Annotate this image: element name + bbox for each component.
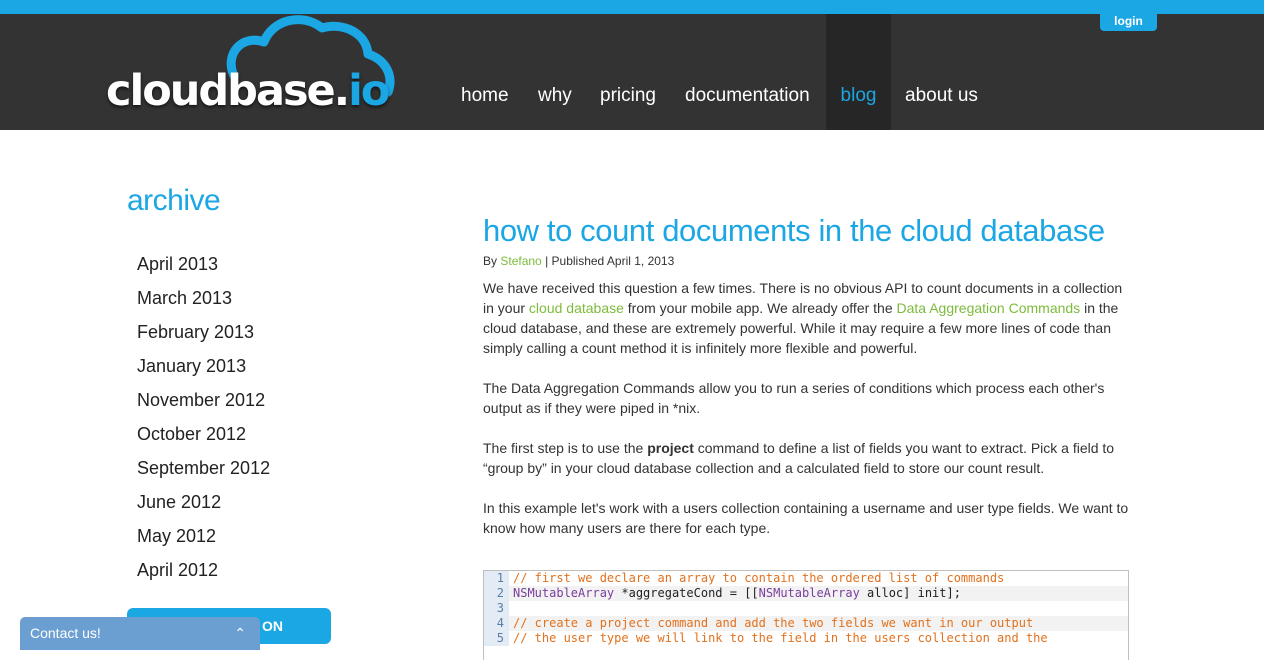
- line-number: 4: [484, 616, 509, 631]
- cloud-database-link[interactable]: cloud database: [529, 300, 624, 316]
- archive-item[interactable]: April 2013: [137, 252, 270, 286]
- author-link[interactable]: Stefano: [500, 254, 541, 268]
- code-type: NSMutableArray: [513, 586, 615, 600]
- chevron-up-icon[interactable]: ⌃: [234, 617, 246, 650]
- code-line: 5 // the user type we will link to the fi…: [484, 631, 1128, 646]
- top-accent-stripe: [0, 0, 1264, 14]
- code-line: 4 // create a project command and add the…: [484, 616, 1128, 631]
- code-line: 3: [484, 601, 1128, 616]
- nav-blog[interactable]: blog: [826, 14, 891, 130]
- code-comment: // first we declare an array to contain …: [513, 571, 1005, 585]
- archive-item[interactable]: October 2012: [137, 422, 270, 456]
- nav-pricing[interactable]: pricing: [600, 14, 656, 130]
- archive-item[interactable]: September 2012: [137, 456, 270, 490]
- paragraph-bold: project: [647, 440, 694, 456]
- code-comment: // create a project command and add the …: [513, 616, 1034, 630]
- nav-about-us[interactable]: about us: [905, 14, 978, 130]
- post-paragraph-3: The first step is to use the project com…: [483, 438, 1133, 478]
- line-number: 1: [484, 571, 509, 586]
- archive-item[interactable]: November 2012: [137, 388, 270, 422]
- archive-item[interactable]: May 2012: [137, 524, 270, 558]
- archive-item[interactable]: June 2012: [137, 490, 270, 524]
- nav-home[interactable]: home: [461, 14, 509, 130]
- archive-heading: archive: [127, 184, 221, 217]
- post-paragraph-2: The Data Aggregation Commands allow you …: [483, 380, 1105, 416]
- line-number: 3: [484, 601, 509, 616]
- nav-why[interactable]: why: [538, 14, 572, 130]
- code-line: 1 // first we declare an array to contain…: [484, 571, 1128, 586]
- archive-list: April 2013 March 2013 February 2013 Janu…: [137, 252, 270, 592]
- paragraph-text: The first step is to use the: [483, 440, 648, 456]
- code-text: alloc] init];: [859, 586, 961, 600]
- line-number: 5: [484, 631, 509, 646]
- nav-documentation[interactable]: documentation: [685, 14, 810, 130]
- post-byline: By Stefano | Published April 1, 2013: [483, 254, 674, 268]
- data-aggregation-link[interactable]: Data Aggregation Commands: [897, 300, 1081, 316]
- archive-item[interactable]: April 2012: [137, 558, 270, 592]
- code-comment: // the user type we will link to the fie…: [513, 631, 1048, 645]
- code-text: *aggregateCond = [[: [614, 586, 759, 600]
- post-paragraph-4: In this example let's work with a users …: [483, 500, 1129, 536]
- line-number: 2: [484, 586, 509, 601]
- post-title: how to count documents in the cloud data…: [483, 213, 1105, 248]
- code-line: 2 NSMutableArray *aggregateCond = [[NSMut…: [484, 586, 1128, 601]
- archive-item[interactable]: February 2013: [137, 320, 270, 354]
- paragraph-text: from your mobile app. We already offer t…: [623, 300, 897, 316]
- archive-item[interactable]: January 2013: [137, 354, 270, 388]
- published-date: | Published April 1, 2013: [545, 254, 675, 268]
- code-block[interactable]: 1 // first we declare an array to contain…: [483, 570, 1129, 660]
- main-nav: home why pricing documentation blog abou…: [0, 14, 1264, 130]
- contact-us-label: Contact us!: [30, 625, 101, 641]
- archive-item[interactable]: March 2013: [137, 286, 270, 320]
- byline-prefix: By: [483, 254, 498, 268]
- login-button[interactable]: login: [1100, 14, 1157, 31]
- contact-us-widget[interactable]: Contact us! ⌃: [20, 617, 260, 650]
- code-type: NSMutableArray: [758, 586, 860, 600]
- post-paragraph-1: We have received this question a few tim…: [483, 278, 1133, 358]
